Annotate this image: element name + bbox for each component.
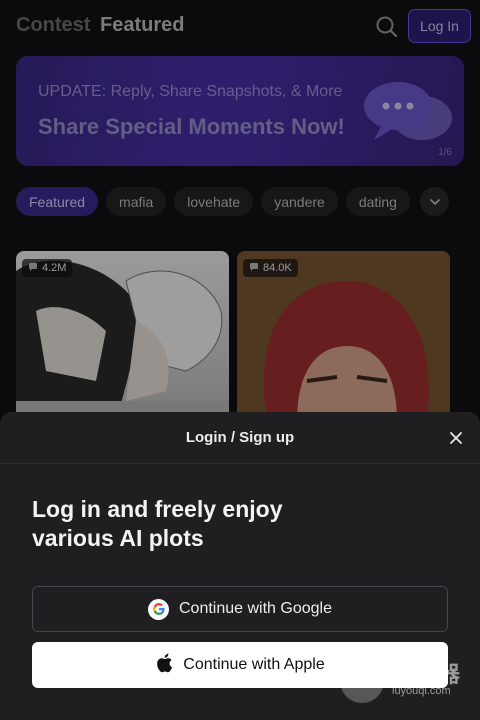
watermark-logo-icon xyxy=(340,659,384,703)
apple-icon xyxy=(155,653,173,678)
continue-with-google-button[interactable]: Continue with Google xyxy=(32,586,448,632)
close-icon[interactable] xyxy=(446,428,466,448)
divider xyxy=(0,463,480,464)
app-screen: Contest Featured Log In UPDATE: Reply, S… xyxy=(0,0,480,720)
google-icon xyxy=(148,598,169,620)
heading-line-1: Log in and freely enjoy xyxy=(32,496,283,522)
apple-button-label: Continue with Apple xyxy=(183,656,325,673)
heading-line-2: various AI plots xyxy=(32,525,204,551)
sheet-title: Login / Sign up xyxy=(185,429,295,446)
google-button-label: Continue with Google xyxy=(179,600,332,617)
sheet-heading: Log in and freely enjoy various AI plots xyxy=(32,495,452,553)
watermark: 路由器 luyouqi.com xyxy=(340,657,470,703)
watermark-url: luyouqi.com xyxy=(392,685,451,697)
